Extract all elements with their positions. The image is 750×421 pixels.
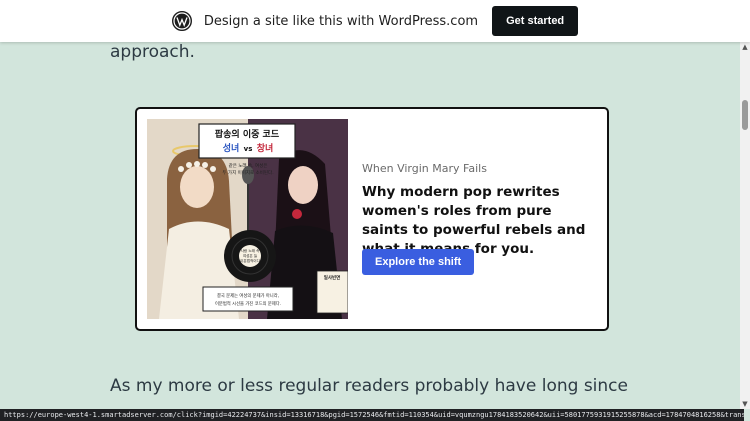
get-started-button[interactable]: Get started [492,6,579,36]
ad-illustration: 팝송의 이중 코드 성녀 vs 창녀 같은 노래 속, 여성은 두 가지 이미지… [147,119,348,319]
ad-image-title-saint: 성녀 [223,142,240,154]
ad-image-caption-2: 두 가지 이미지로 소비된다. [222,169,273,176]
ad-image-title-vs: vs [244,145,253,153]
scroll-up-arrow-icon[interactable]: ▲ [741,43,749,51]
ad-headline[interactable]: Why modern pop rewrites women's roles fr… [362,183,597,259]
scroll-down-arrow-icon[interactable]: ▼ [741,400,749,408]
ad-image-title-rebel: 창녀 [257,142,274,154]
ad-image-record-2: 여성은 늘 [243,253,258,258]
ad-card[interactable]: 팝송의 이중 코드 성녀 vs 창녀 같은 노래 속, 여성은 두 가지 이미지… [135,107,609,331]
ad-image-side-label: 일사빈면 [324,274,341,281]
article-paragraph-start: As my more or less regular readers proba… [110,376,628,396]
ad-image-title: 팝송의 이중 코드 [215,128,280,140]
status-bar-url: https://europe-west4-1.smartadserver.com… [0,409,744,421]
vertical-scrollbar[interactable]: ▲ ▼ [740,42,750,409]
scrollbar-thumb[interactable] [742,100,748,130]
explore-the-shift-button[interactable]: Explore the shift [362,249,475,275]
ad-image-footer-2: 이분법적 시선을 가진 코드의 문제다. [215,300,281,307]
ad-image[interactable]: 팝송의 이중 코드 성녀 vs 창녀 같은 노래 속, 여성은 두 가지 이미지… [147,119,348,319]
ad-image-caption-1: 같은 노래 속, 여성은 [229,162,268,169]
ad-kicker: When Virgin Mary Fails [362,162,487,175]
article-content: approach. 팝송의 이중 코드 성녀 vs 창녀 같은 노래 속, 여성… [0,42,740,409]
article-paragraph-end: approach. [110,42,195,62]
ad-image-record-3: 이분법적이다 [240,258,261,263]
ad-image-record-1: 사랑 노래 속 [241,248,261,253]
wordpress-logo-icon[interactable] [171,11,192,31]
ad-image-footer-1: 결국 문제는 여성의 문제가 아니라, [217,292,279,299]
banner-text: Design a site like this with WordPress.c… [203,13,479,29]
wordpress-banner: Design a site like this with WordPress.c… [0,0,750,42]
